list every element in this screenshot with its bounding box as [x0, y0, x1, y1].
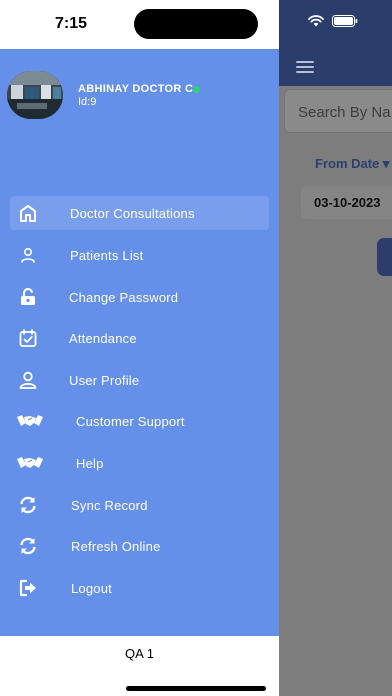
app-screen: Search By Na From Date ▾ 03-10-2023 7:15 — [0, 0, 392, 696]
battery-icon — [332, 15, 358, 27]
refresh-icon — [18, 536, 38, 556]
home-indicator[interactable] — [126, 686, 266, 691]
unlock-icon — [18, 287, 38, 307]
side-drawer: ABHINAY DOCTOR C Id:9 Doctor Consultatio… — [0, 0, 279, 696]
menu-label: User Profile — [69, 373, 140, 388]
search-input[interactable]: Search By Na — [284, 89, 392, 133]
handshake-icon — [16, 411, 44, 431]
user-id: Id:9 — [78, 96, 97, 108]
menu-item-patients-list[interactable]: Patients List — [10, 238, 269, 272]
menu-item-refresh-online[interactable]: Refresh Online — [10, 529, 269, 563]
menu-item-logout[interactable]: Logout — [10, 571, 269, 605]
wifi-icon — [308, 15, 324, 27]
date-field[interactable]: 03-10-2023 — [301, 186, 392, 219]
menu-item-sync-record[interactable]: Sync Record — [10, 488, 269, 522]
menu-item-change-password[interactable]: Change Password — [10, 280, 269, 314]
avatar[interactable] — [7, 71, 63, 119]
menu-label: Logout — [71, 581, 112, 596]
person-icon — [18, 245, 38, 265]
menu-label: Change Password — [69, 290, 179, 305]
user-icon — [18, 370, 38, 390]
dynamic-island — [134, 9, 258, 39]
hamburger-menu-icon[interactable] — [296, 61, 314, 73]
menu-item-user-profile[interactable]: User Profile — [10, 363, 269, 397]
menu-label: Attendance — [69, 331, 137, 346]
handshake-icon — [16, 453, 44, 473]
app-header — [279, 0, 392, 86]
menu-label: Customer Support — [76, 414, 185, 429]
action-button[interactable] — [377, 238, 392, 276]
home-icon — [18, 203, 38, 223]
logout-icon — [18, 578, 38, 598]
menu-label: Help — [76, 456, 104, 471]
menu-label: Refresh Online — [71, 539, 161, 554]
user-name: ABHINAY DOCTOR C — [78, 83, 201, 95]
menu-item-attendance[interactable]: Attendance — [10, 321, 269, 355]
menu-item-customer-support[interactable]: Customer Support — [10, 404, 269, 438]
menu-label: Sync Record — [71, 498, 148, 513]
menu-label: Doctor Consultations — [70, 206, 195, 221]
status-icons — [308, 15, 358, 27]
online-status-dot — [193, 85, 201, 93]
menu-item-help[interactable]: Help — [10, 446, 269, 480]
sync-icon — [18, 495, 38, 515]
menu-label: Patients List — [70, 248, 144, 263]
calendar-check-icon — [18, 328, 38, 348]
status-time: 7:15 — [55, 15, 88, 32]
menu-item-doctor-consultations[interactable]: Doctor Consultations — [10, 196, 269, 230]
from-date-label[interactable]: From Date ▾ — [315, 156, 389, 172]
environment-label: QA 1 — [125, 646, 154, 661]
